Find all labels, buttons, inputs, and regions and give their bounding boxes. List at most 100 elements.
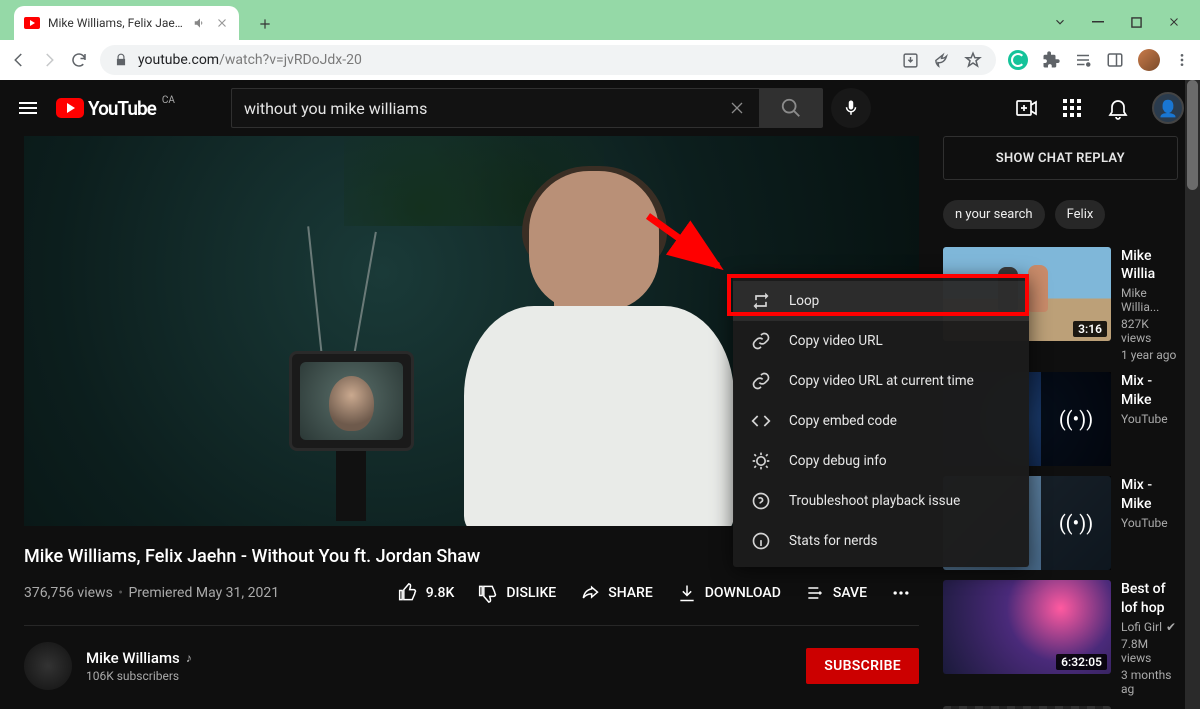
help-icon — [751, 491, 771, 511]
info-icon — [751, 531, 771, 551]
context-menu-copy-debug[interactable]: Copy debug info — [733, 441, 1029, 481]
context-menu-loop[interactable]: Loop — [733, 281, 1029, 321]
extensions-icon[interactable] — [1042, 51, 1060, 69]
search-input-value: without you mike williams — [244, 99, 427, 118]
reco-channel: Lofi Girl ✔ — [1121, 620, 1178, 634]
link-icon — [751, 371, 771, 391]
like-button[interactable]: 9.8K — [390, 577, 463, 609]
browser-tab[interactable]: Mike Williams, Felix Jaehn - — [14, 6, 239, 40]
context-menu-label: Copy video URL — [789, 333, 883, 349]
context-menu-copy-url-time[interactable]: Copy video URL at current time — [733, 361, 1029, 401]
minimize-button[interactable] — [1090, 14, 1106, 30]
url-text: youtube.com/watch?v=jvRDoJdx-20 — [138, 52, 892, 68]
new-tab-button[interactable] — [251, 10, 279, 38]
chrome-menu-icon[interactable] — [1174, 52, 1190, 68]
search-button[interactable] — [759, 88, 823, 128]
filter-chip[interactable]: Felix — [1055, 200, 1106, 229]
verified-badge-icon: ✔ — [1166, 620, 1176, 634]
download-button[interactable]: DOWNLOAD — [669, 577, 789, 609]
dislike-button[interactable]: DISLIKE — [470, 577, 564, 609]
apps-grid-icon[interactable] — [1060, 96, 1084, 120]
channel-name[interactable]: Mike Williams ♪ — [86, 649, 192, 667]
context-menu-label: Copy video URL at current time — [789, 373, 974, 389]
context-menu-label: Stats for nerds — [789, 533, 877, 549]
window-titlebar: Mike Williams, Felix Jaehn - — [0, 0, 1200, 40]
video-duration: 3:16 — [1073, 321, 1107, 337]
share-button[interactable]: SHARE — [572, 577, 661, 609]
grammarly-extension-icon[interactable] — [1008, 50, 1028, 70]
voice-search-button[interactable] — [831, 88, 871, 128]
recommendation-item[interactable]: 6:32:05 Best of lof hop 2021 Lofi Girl ✔… — [943, 580, 1178, 695]
lock-icon — [114, 53, 128, 67]
subscriber-count: 106K subscribers — [86, 669, 192, 683]
context-menu-label: Troubleshoot playback issue — [789, 493, 960, 509]
reco-channel: YouTube — [1121, 412, 1178, 426]
filter-chip[interactable]: n your search — [943, 200, 1045, 229]
reco-channel: Mike Willia... — [1121, 286, 1178, 314]
context-menu-copy-url[interactable]: Copy video URL — [733, 321, 1029, 361]
search-input[interactable]: without you mike williams — [231, 88, 759, 128]
side-panel-icon[interactable] — [1106, 51, 1124, 69]
reco-title: Mix - Mike Williams — [1121, 372, 1178, 408]
youtube-masthead: YouTube CA without you mike williams — [0, 80, 1200, 136]
show-chat-replay-button[interactable]: SHOW CHAT REPLAY — [943, 136, 1178, 180]
context-menu-stats[interactable]: Stats for nerds — [733, 521, 1029, 561]
dot-separator: • — [115, 585, 127, 601]
page-scrollbar[interactable] — [1185, 80, 1200, 709]
context-menu-label: Copy debug info — [789, 453, 887, 469]
dislike-label: DISLIKE — [506, 585, 556, 601]
guide-menu-icon[interactable] — [16, 96, 40, 120]
context-menu-label: Loop — [789, 293, 819, 309]
share-url-icon[interactable] — [933, 52, 950, 69]
back-button[interactable] — [10, 51, 28, 69]
youtube-logo-text: YouTube — [88, 97, 156, 120]
notifications-icon[interactable] — [1106, 96, 1130, 120]
reco-views: 7.8M views — [1121, 637, 1178, 665]
chevron-down-icon[interactable] — [1052, 14, 1068, 30]
youtube-logo[interactable]: YouTube CA — [56, 97, 175, 120]
context-menu-troubleshoot[interactable]: Troubleshoot playback issue — [733, 481, 1029, 521]
video-premiere-date: Premiered May 31, 2021 — [128, 585, 279, 601]
bug-icon — [751, 451, 771, 471]
create-icon[interactable] — [1014, 96, 1038, 120]
reco-title: Mix - Mike Williams, F — [1121, 476, 1178, 512]
tab-title: Mike Williams, Felix Jaehn - — [48, 16, 185, 30]
subscribe-button[interactable]: SUBSCRIBE — [806, 648, 919, 684]
scene-decoration — [307, 226, 323, 355]
loop-icon — [751, 291, 771, 311]
close-window-button[interactable] — [1166, 14, 1182, 30]
reload-button[interactable] — [70, 51, 88, 69]
address-bar[interactable]: youtube.com/watch?v=jvRDoJdx-20 — [100, 45, 996, 75]
profile-avatar-icon[interactable] — [1138, 49, 1160, 71]
code-icon — [751, 411, 771, 431]
reco-age: 3 months ag — [1121, 668, 1178, 696]
audio-playing-icon[interactable] — [193, 16, 207, 30]
close-tab-icon[interactable] — [215, 16, 229, 30]
music-extension-icon[interactable] — [1074, 51, 1092, 69]
save-button[interactable]: SAVE — [797, 577, 875, 609]
bookmark-star-icon[interactable] — [964, 51, 982, 69]
artist-badge-icon: ♪ — [186, 651, 192, 665]
clear-search-icon[interactable] — [727, 98, 747, 118]
share-label: SHARE — [608, 585, 653, 601]
player-context-menu: Loop Copy video URL Copy video URL at cu… — [733, 275, 1029, 567]
more-actions-button[interactable] — [883, 577, 919, 609]
browser-toolbar: youtube.com/watch?v=jvRDoJdx-20 — [0, 40, 1200, 80]
video-thumbnail[interactable]: 6:32:05 — [943, 580, 1111, 674]
context-menu-label: Copy embed code — [789, 413, 897, 429]
scene-decoration — [329, 376, 374, 431]
account-avatar[interactable]: 👤 — [1152, 92, 1184, 124]
youtube-play-icon — [56, 98, 84, 118]
reco-title: Mike Willia Justin Myl — [1121, 247, 1178, 283]
youtube-favicon — [24, 17, 40, 29]
video-views: 376,756 views — [24, 585, 113, 601]
reco-title: Best of lof hop 2021 — [1121, 580, 1178, 616]
reco-channel: YouTube — [1121, 516, 1178, 530]
context-menu-copy-embed[interactable]: Copy embed code — [733, 401, 1029, 441]
video-duration: 6:32:05 — [1056, 654, 1107, 670]
country-code: CA — [162, 95, 175, 106]
install-app-icon[interactable] — [902, 52, 919, 69]
maximize-button[interactable] — [1128, 14, 1144, 30]
forward-button[interactable] — [40, 51, 58, 69]
channel-avatar[interactable] — [24, 642, 72, 690]
